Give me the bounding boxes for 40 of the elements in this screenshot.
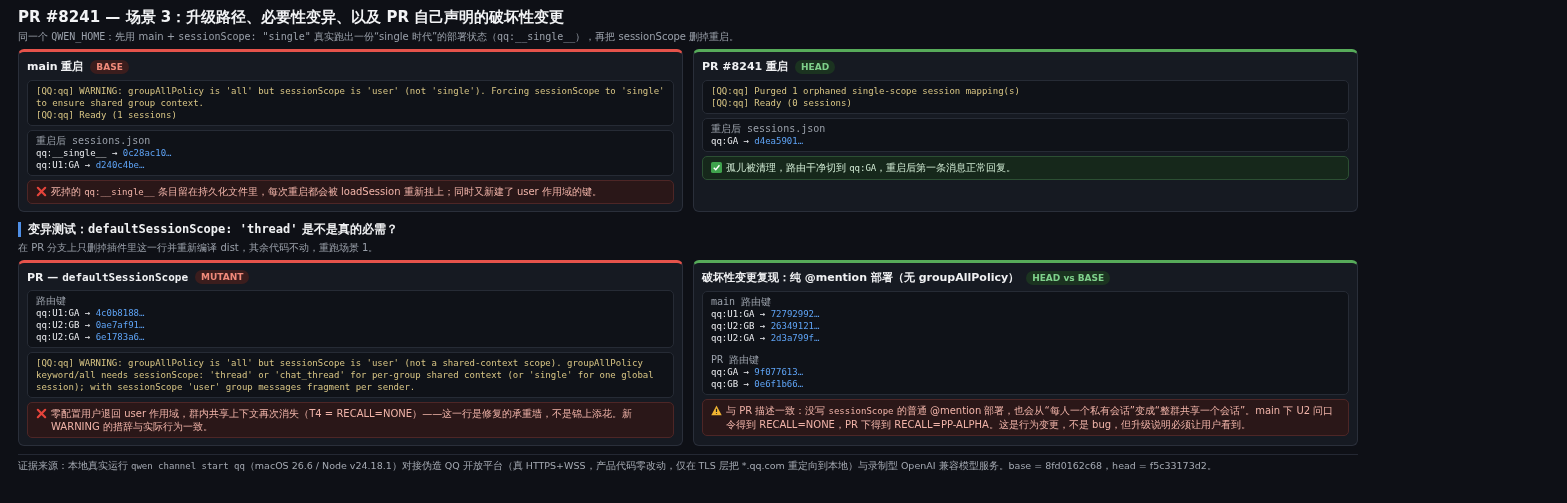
log-output: [QQ:qq] WARNING: groupAllPolicy is 'all' but sessionScope is 'user' (not a shared-context scope). groupAllPolicy keyword/all needs sessionScope: 'thread' or 'chat_thread' for per-group shared context (or 'single' for one global session); with sessionScope 'user' group messages fragment per sender. xyxy=(27,352,674,398)
session-entry: qq:U2:GA → 2d3a799f… xyxy=(711,332,820,344)
check-icon xyxy=(711,162,722,173)
session-entry: qq:U2:GB → 26349121… xyxy=(711,320,820,332)
result-note: 与 PR 描述一致：没写 sessionScope 的普通 @mention 部署，也会从“每人一个私有会话”变成“整群共享一个会话”。main 下 U2 问口令得到 RECALL=NONE，PR 下得到 RECALL=PP-ALPHA。这是行为变更，不是 bug，但升级说明必须让用户看到。 xyxy=(702,399,1349,436)
session-entry: qq:U1:GA → d240c4be… xyxy=(36,159,145,171)
page-title: PR #8241 — 场景 3：升级路径、必要性变异、以及 PR 自己声明的破坏性变更 xyxy=(18,8,566,27)
section-title: 变异测试：defaultSessionScope: 'thread' 是不是真的必需？ xyxy=(28,221,398,238)
session-entry: qq:U2:GA → 6e1783a6… xyxy=(36,331,145,343)
section-description: 在 PR 分支上只删掉插件里这一行并重新编译 dist，其余代码不动，重跑场景 1。 xyxy=(18,241,380,255)
log-output: [QQ:qq] WARNING: groupAllPolicy is 'all' but sessionScope is 'user' (not 'single'). Forcing sessionScope to 'single' to ensure shared group context. [QQ:qq] Ready (1 sessions) xyxy=(27,80,674,126)
session-entry: qq:U1:GA → 4c0b8188… xyxy=(36,307,145,319)
result-note: 零配置用户退回 user 作用域，群内共享上下文再次消失（T4 = RECALL=NONE）——这一行是修复的承重墙，不是锦上添花。新 WARNING 的措辞与实际行为一致。 xyxy=(27,402,674,438)
session-entry: qq:GA → d4ea5901… xyxy=(711,135,804,147)
warning-icon xyxy=(711,405,722,416)
result-note: 孤儿被清理，路由干净切到 qq:GA，重启后第一条消息正常回复。 xyxy=(702,156,1349,180)
map-label: main 路由键 xyxy=(711,296,772,308)
session-entry: qq:U1:GA → 72792992… xyxy=(711,308,820,320)
card-title: PR — defaultSessionScope xyxy=(27,270,189,284)
session-entry: qq:U2:GB → 0ae7af91… xyxy=(36,319,145,331)
card-title: PR #8241 重启 xyxy=(702,59,789,74)
session-entry: qq:__single__ → 0c28ac10… xyxy=(36,147,172,159)
map-label: 重启后 sessions.json xyxy=(711,123,826,135)
result-note: 死掉的 qq:__single__ 条目留在持久化文件里，每次重启都会被 loadSession 重新挂上；同时又新建了 user 作用域的键。 xyxy=(27,180,674,204)
status-badge: BASE xyxy=(90,59,129,74)
cross-icon xyxy=(36,408,47,419)
map-label: 重启后 sessions.json xyxy=(36,135,151,147)
map-label: PR 路由键 xyxy=(711,354,760,366)
log-output: [QQ:qq] Purged 1 orphaned single-scope session mapping(s) [QQ:qq] Ready (0 sessions) xyxy=(702,80,1349,114)
card-title: 破坏性变更复现：纯 @mention 部署（无 groupAllPolicy） xyxy=(702,270,1020,285)
card-title: main 重启 xyxy=(27,59,84,74)
evidence-footer: 证据来源：本地真实运行 qwen channel start qq（macOS 26.6 / Node v24.18.1）对接伪造 QQ 开放平台（真 HTTPS+WSS，产品代码零改动，仅在 TLS 层把 *.qq.com 重定向到本地）与录制型 OpenAI 兼容模型服务。base = 8fd0162c68，head = f5c33173d2。 xyxy=(18,454,1358,473)
session-entry: qq:GB → 0e6f1b66… xyxy=(711,378,804,390)
status-badge: HEAD vs BASE xyxy=(1026,270,1111,285)
page-subtitle: 同一个 QWEN_HOME：先用 main + sessionScope: "single" 真实跑出一份“single 时代”的部署状态（qq:__single__），再把 sessionScope 删掉重启。 xyxy=(18,30,741,44)
cross-icon xyxy=(36,186,47,197)
session-entry: qq:GA → 9f077613… xyxy=(711,366,804,378)
map-label: 路由键 xyxy=(36,295,66,307)
status-badge: HEAD xyxy=(795,59,836,74)
status-badge: MUTANT xyxy=(195,270,250,284)
